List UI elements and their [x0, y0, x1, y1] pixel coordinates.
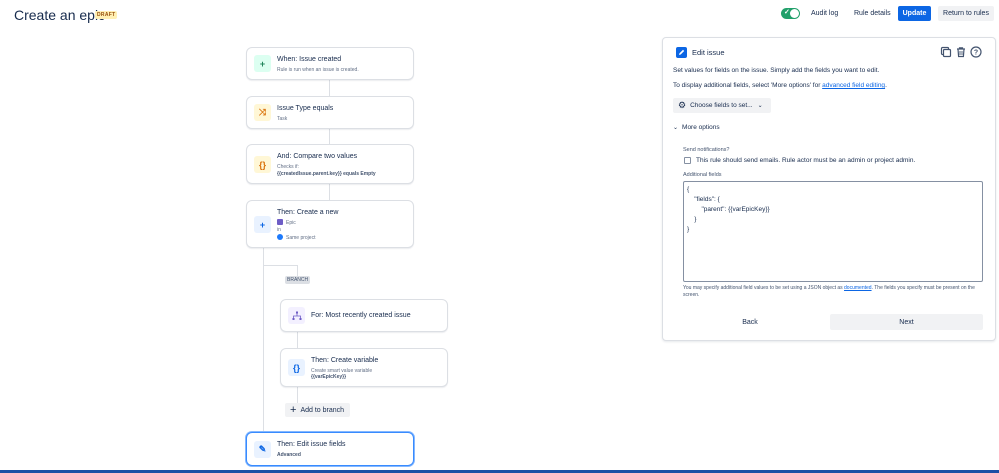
plus-icon: +	[254, 55, 271, 72]
project-icon	[277, 234, 283, 240]
pencil-icon: ✎	[254, 441, 271, 458]
braces-icon: {}	[254, 156, 271, 173]
pencil-icon	[676, 47, 687, 58]
documented-link[interactable]: documented	[844, 285, 872, 291]
plus-icon: +	[254, 216, 271, 233]
trigger-subtitle: Rule is run when an issue is created.	[277, 67, 359, 73]
condition-title: Issue Type equals	[277, 105, 334, 112]
help-icon[interactable]: ?	[970, 46, 982, 58]
additional-fields-helper: You may specify additional field values …	[683, 285, 981, 299]
update-button[interactable]: Update	[898, 6, 931, 21]
connector	[297, 387, 298, 403]
choose-fields-dropdown[interactable]: ⚙ Choose fields to set... ⌄	[673, 98, 771, 113]
desc2-suffix: .	[885, 82, 887, 89]
create-new-type: Epic	[286, 220, 296, 226]
edit-issue-fields-card[interactable]: ✎ Then: Edit issue fields Advanced	[246, 432, 414, 466]
more-options-label: More options	[682, 124, 720, 131]
status-badge: DRAFT	[95, 11, 118, 19]
plus-icon: +	[290, 403, 297, 416]
rule-details-link[interactable]: Rule details	[854, 10, 891, 17]
shuffle-icon: ⤨	[254, 104, 271, 121]
condition-issue-type-card[interactable]: ⤨ Issue Type equals Task	[246, 96, 414, 129]
send-notifications-label: Send notifications?	[683, 147, 730, 153]
toggle-knob	[790, 9, 799, 18]
add-to-branch-button[interactable]: + Add to branch	[285, 403, 350, 417]
braces-icon: {}	[288, 359, 305, 376]
chevron-down-icon: ⌄	[757, 103, 763, 109]
rule-enabled-toggle[interactable]: ✓	[781, 8, 800, 19]
advanced-field-editing-link[interactable]: advanced field editing	[822, 82, 885, 89]
create-new-in: in	[277, 227, 281, 233]
epic-icon	[277, 219, 283, 225]
compare-detail: {{createdIssue.parent.key}} equals Empty	[277, 171, 376, 177]
choose-fields-label: Choose fields to set...	[690, 102, 753, 109]
trigger-card[interactable]: + When: Issue created Rule is run when a…	[246, 47, 414, 80]
create-variable-card[interactable]: {} Then: Create variable Create smart va…	[280, 348, 448, 387]
compare-title: And: Compare two values	[277, 153, 358, 160]
connector	[263, 248, 264, 432]
edit-fields-detail: Advanced	[277, 452, 301, 458]
desc2-prefix: To display additional fields, select 'Mo…	[673, 82, 823, 89]
additional-fields-label: Additional fields	[683, 172, 722, 178]
create-new-title: Then: Create a new	[277, 209, 339, 216]
additional-fields-editor[interactable]: { "fields": { "parent": {{varEpicKey}} }…	[683, 181, 983, 282]
connector	[297, 332, 298, 348]
send-notifications-text: This rule should send emails. Rule actor…	[696, 157, 916, 164]
edit-fields-title: Then: Edit issue fields	[277, 441, 346, 448]
compare-subtitle: Checks if:	[277, 164, 299, 170]
chevron-down-icon: ⌄	[673, 125, 679, 131]
gear-icon: ⚙	[678, 100, 687, 110]
create-variable-detail: {{varEpicKey}}	[311, 374, 347, 380]
return-to-rules-button[interactable]: Return to rules	[938, 6, 994, 21]
connector	[263, 265, 298, 266]
compare-values-card[interactable]: {} And: Compare two values Checks if: {{…	[246, 144, 414, 184]
connector	[329, 184, 330, 200]
trigger-title: When: Issue created	[277, 56, 342, 63]
audit-log-link[interactable]: Audit log	[811, 10, 838, 17]
branch-tag: BRANCH	[285, 276, 311, 284]
panel-description-2: To display additional fields, select 'Mo…	[673, 82, 887, 89]
create-variable-title: Then: Create variable	[311, 357, 379, 364]
panel-description: Set values for fields on the issue. Simp…	[673, 67, 880, 74]
condition-subtitle: Task	[277, 116, 288, 122]
back-button[interactable]: Back	[683, 314, 817, 330]
create-new-card[interactable]: + Then: Create a new Epic in Same projec…	[246, 200, 414, 248]
more-options-toggle[interactable]: ⌄ More options	[673, 124, 720, 131]
panel-title: Edit issue	[692, 48, 725, 57]
add-to-branch-label: Add to branch	[300, 406, 345, 414]
helper-prefix: You may specify additional field values …	[683, 285, 845, 291]
connector	[329, 129, 330, 144]
create-new-project: Same project	[286, 235, 316, 241]
branch-for-title: For: Most recently created issue	[311, 312, 411, 319]
next-button[interactable]: Next	[830, 314, 983, 330]
hierarchy-icon-svg	[292, 311, 301, 320]
connector	[329, 80, 330, 96]
page-title: Create an epic	[14, 7, 106, 23]
branch-for-card[interactable]: For: Most recently created issue	[280, 299, 448, 332]
hierarchy-icon	[288, 307, 305, 324]
duplicate-icon[interactable]	[940, 46, 952, 58]
svg-text:?: ?	[974, 50, 978, 57]
trash-icon[interactable]	[955, 46, 967, 58]
send-notifications-checkbox[interactable]	[684, 157, 691, 164]
check-icon: ✓	[784, 9, 790, 16]
